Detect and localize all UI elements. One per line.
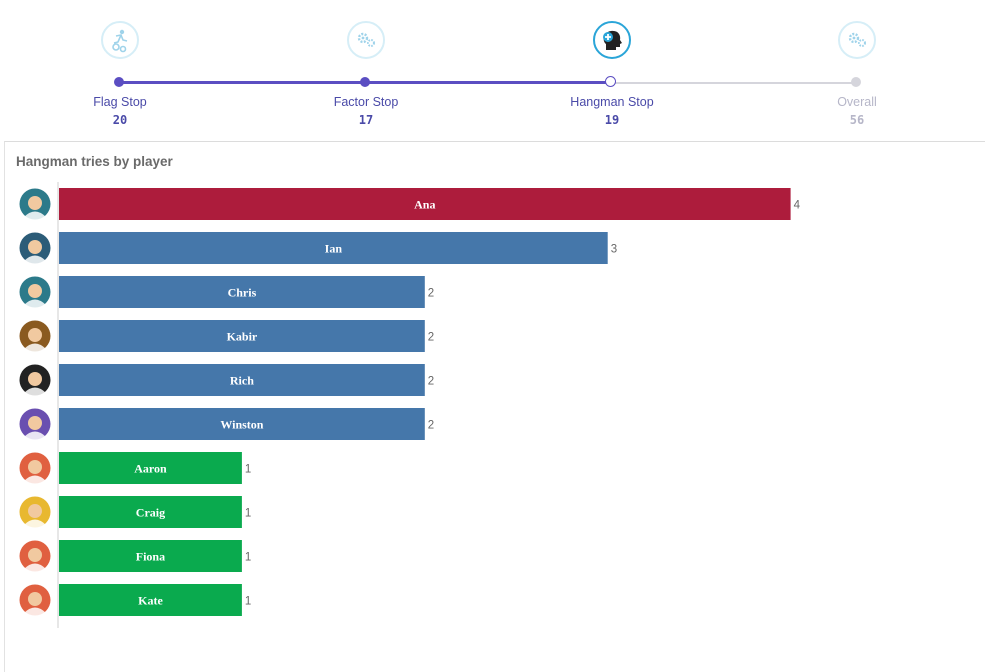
avatar-icon bbox=[19, 408, 51, 442]
bar-chart: Ana 4 Ian 3 Chris 2 Kabir 2 Rich 2 Winston 2 Aaron 1 C… bbox=[19, 182, 801, 628]
step-value: 19 bbox=[604, 113, 620, 127]
stepper-track-remaining bbox=[612, 82, 857, 84]
bar-category-label: Craig bbox=[136, 506, 165, 520]
step-dot bbox=[114, 77, 124, 87]
gears-icon bbox=[347, 21, 385, 59]
avatar-icon bbox=[19, 452, 51, 486]
avatar-icon bbox=[19, 276, 51, 310]
bar-value-label: 2 bbox=[428, 288, 434, 300]
step-value: 20 bbox=[112, 113, 128, 127]
bar-category-label: Winston bbox=[220, 418, 263, 432]
bar-value-label: 2 bbox=[428, 332, 434, 344]
bar-value-label: 3 bbox=[611, 244, 617, 256]
bar-category-label: Chris bbox=[228, 286, 257, 300]
gears-icon bbox=[838, 21, 876, 59]
step-label: Flag Stop bbox=[93, 95, 147, 109]
step-label: Hangman Stop bbox=[570, 95, 654, 109]
step-dot-future bbox=[851, 77, 861, 87]
step-label: Factor Stop bbox=[333, 95, 399, 109]
step-value: 56 bbox=[849, 113, 865, 127]
bar-value-label: 1 bbox=[245, 464, 251, 476]
bar-value-label: 4 bbox=[794, 200, 801, 212]
bar-category-label: Kate bbox=[138, 594, 163, 608]
bar-value-label: 1 bbox=[245, 508, 251, 520]
step-value: 17 bbox=[358, 113, 374, 127]
runner-gears-icon bbox=[101, 21, 139, 59]
avatar-icon bbox=[19, 540, 51, 574]
bar-value-label: 2 bbox=[428, 420, 434, 432]
step-label: Overall bbox=[837, 95, 877, 109]
bar-category-label: Ana bbox=[414, 198, 435, 212]
chart-panel: Hangman tries by player Ana 4 Ian 3 Chris 2 Ka… bbox=[4, 141, 985, 672]
progress-stepper: Flag Stop 20 Factor Stop 17 Hangman Stop… bbox=[0, 0, 985, 140]
avatar-icon bbox=[19, 496, 51, 530]
avatar-icon bbox=[19, 364, 51, 398]
bar-value-label: 1 bbox=[245, 596, 251, 608]
bar-value-label: 1 bbox=[245, 552, 251, 564]
bar-category-label: Ian bbox=[325, 242, 343, 256]
bar-value-label: 2 bbox=[428, 376, 434, 388]
avatar-icon bbox=[19, 188, 51, 222]
head-plus-icon bbox=[593, 21, 631, 59]
avatar-icon bbox=[19, 584, 51, 618]
step-dot bbox=[360, 77, 370, 87]
step-dot-current bbox=[605, 76, 616, 87]
avatar-icon bbox=[19, 232, 51, 266]
bar-category-label: Aaron bbox=[134, 462, 167, 476]
bar-category-label: Kabir bbox=[227, 330, 258, 344]
bar-category-label: Fiona bbox=[136, 550, 165, 564]
bar-category-label: Rich bbox=[230, 374, 254, 388]
avatar-icon bbox=[19, 320, 51, 354]
